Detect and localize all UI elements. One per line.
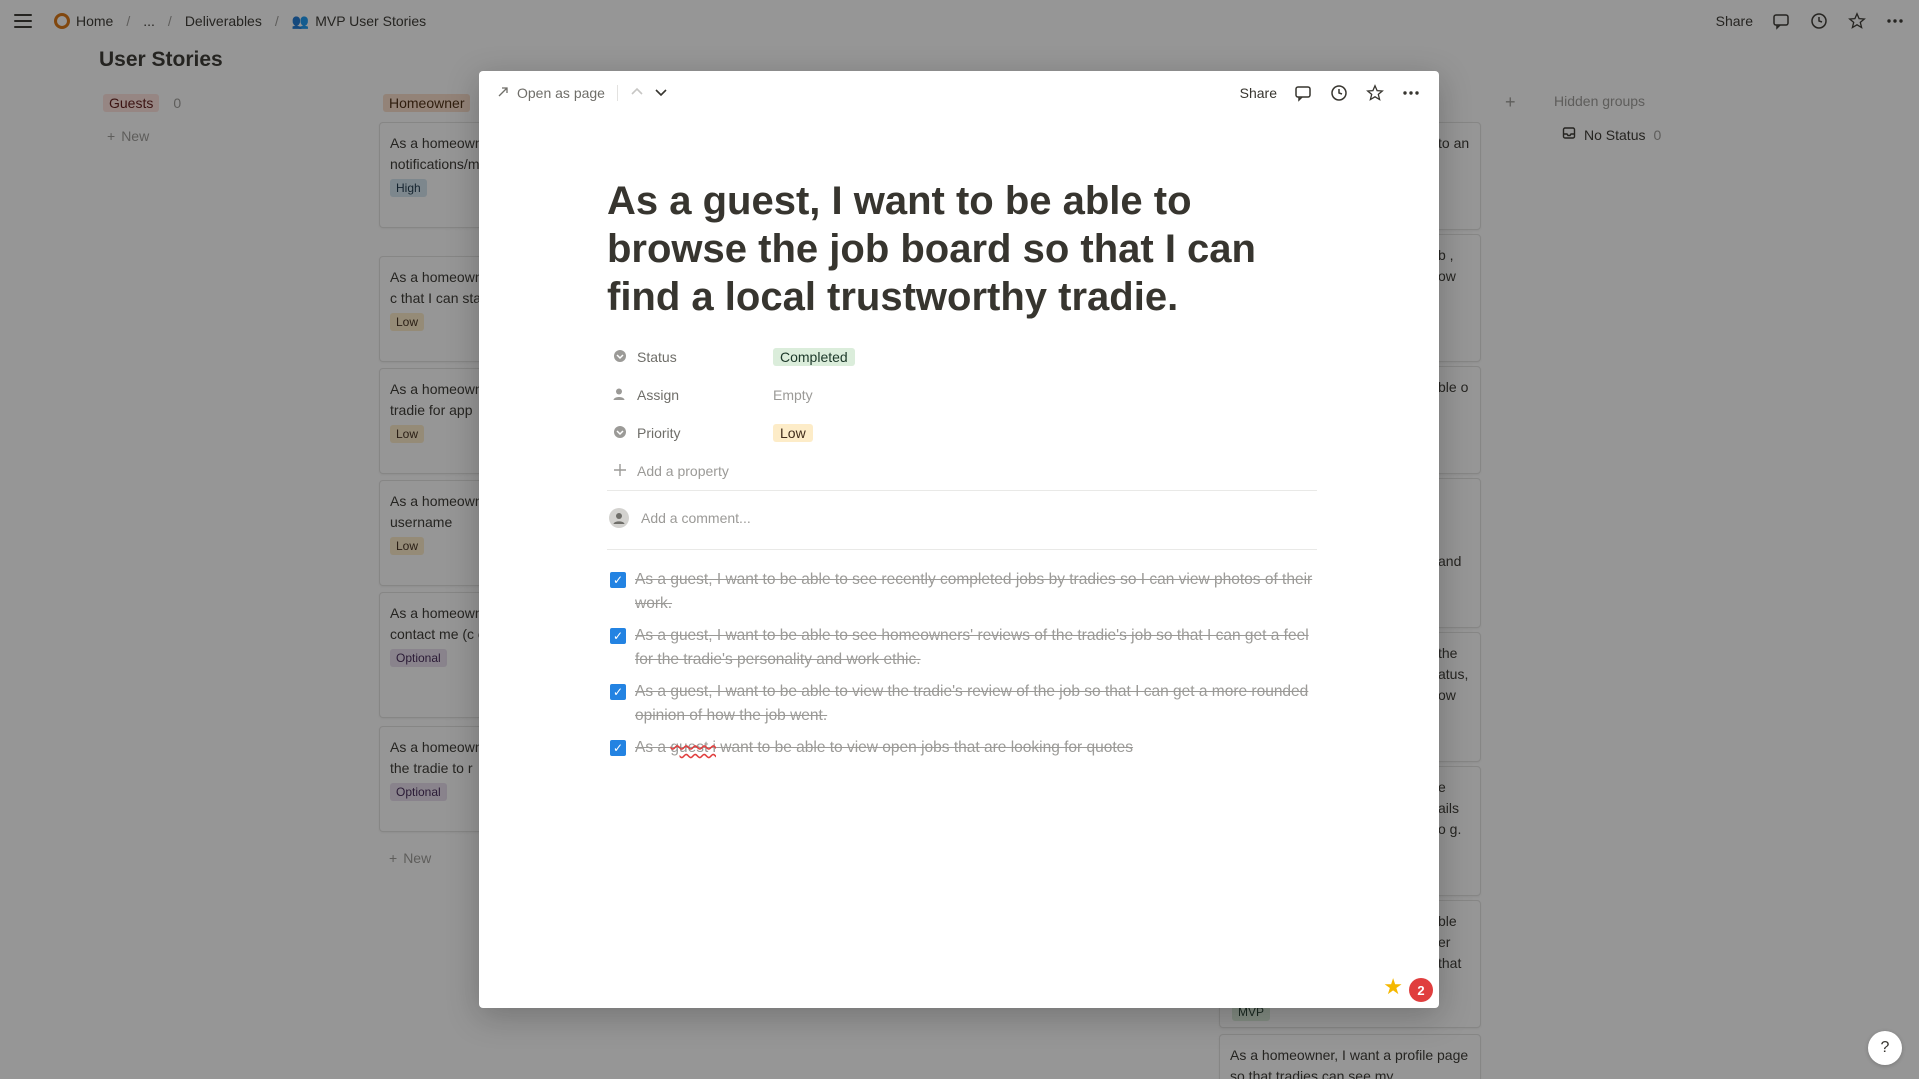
spellcheck-word: guest i [670, 739, 716, 756]
property-assign: Assign Empty [607, 376, 1327, 414]
divider [607, 490, 1317, 491]
checkbox-checked[interactable]: ✓ [610, 740, 626, 756]
checkbox-checked[interactable]: ✓ [610, 572, 626, 588]
person-icon [613, 387, 627, 404]
modal-share-button[interactable]: Share [1240, 85, 1277, 101]
todo-item: ✓ As a guest, I want to be able to see r… [610, 568, 1320, 616]
add-property-button[interactable]: Add a property [607, 452, 1327, 490]
status-icon [613, 349, 627, 366]
select-icon [613, 425, 627, 442]
chevron-up-icon[interactable] [630, 85, 644, 102]
divider [607, 549, 1317, 550]
page-peek-modal: Open as page Share As a guest, I want to… [479, 71, 1439, 1008]
chevron-down-icon[interactable] [654, 85, 668, 102]
modal-toolbar: Open as page Share [479, 71, 1439, 115]
checkbox-checked[interactable]: ✓ [610, 684, 626, 700]
todo-list: ✓ As a guest, I want to be able to see r… [610, 568, 1320, 768]
more-options-icon[interactable] [1401, 83, 1421, 103]
help-button[interactable]: ? [1868, 1031, 1902, 1065]
history-icon[interactable] [1329, 83, 1349, 103]
open-as-page-button[interactable]: Open as page [497, 85, 605, 101]
property-priority: Priority Low [607, 414, 1327, 452]
page-title[interactable]: As a guest, I want to be able to browse … [607, 177, 1327, 321]
property-status: Status Completed [607, 338, 1327, 376]
expand-icon [497, 85, 509, 101]
properties-list: Status Completed Assign Empty Priority L… [607, 338, 1327, 490]
star-icon[interactable]: ★ [1383, 974, 1403, 1000]
priority-badge: Low [773, 424, 813, 442]
status-badge: Completed [773, 348, 855, 366]
comment-input[interactable]: Add a comment... [609, 508, 751, 528]
plus-icon [613, 463, 627, 480]
checkbox-checked[interactable]: ✓ [610, 628, 626, 644]
todo-item: ✓ As a guest i want to be able to view o… [610, 736, 1320, 760]
todo-item: ✓ As a guest, I want to be able to view … [610, 680, 1320, 728]
notification-badge[interactable]: 2 [1409, 978, 1433, 1002]
todo-item: ✓ As a guest, I want to be able to see h… [610, 624, 1320, 672]
favorite-star-icon[interactable] [1365, 83, 1385, 103]
assign-value[interactable]: Empty [773, 387, 813, 403]
avatar [609, 508, 629, 528]
comment-icon[interactable] [1293, 83, 1313, 103]
